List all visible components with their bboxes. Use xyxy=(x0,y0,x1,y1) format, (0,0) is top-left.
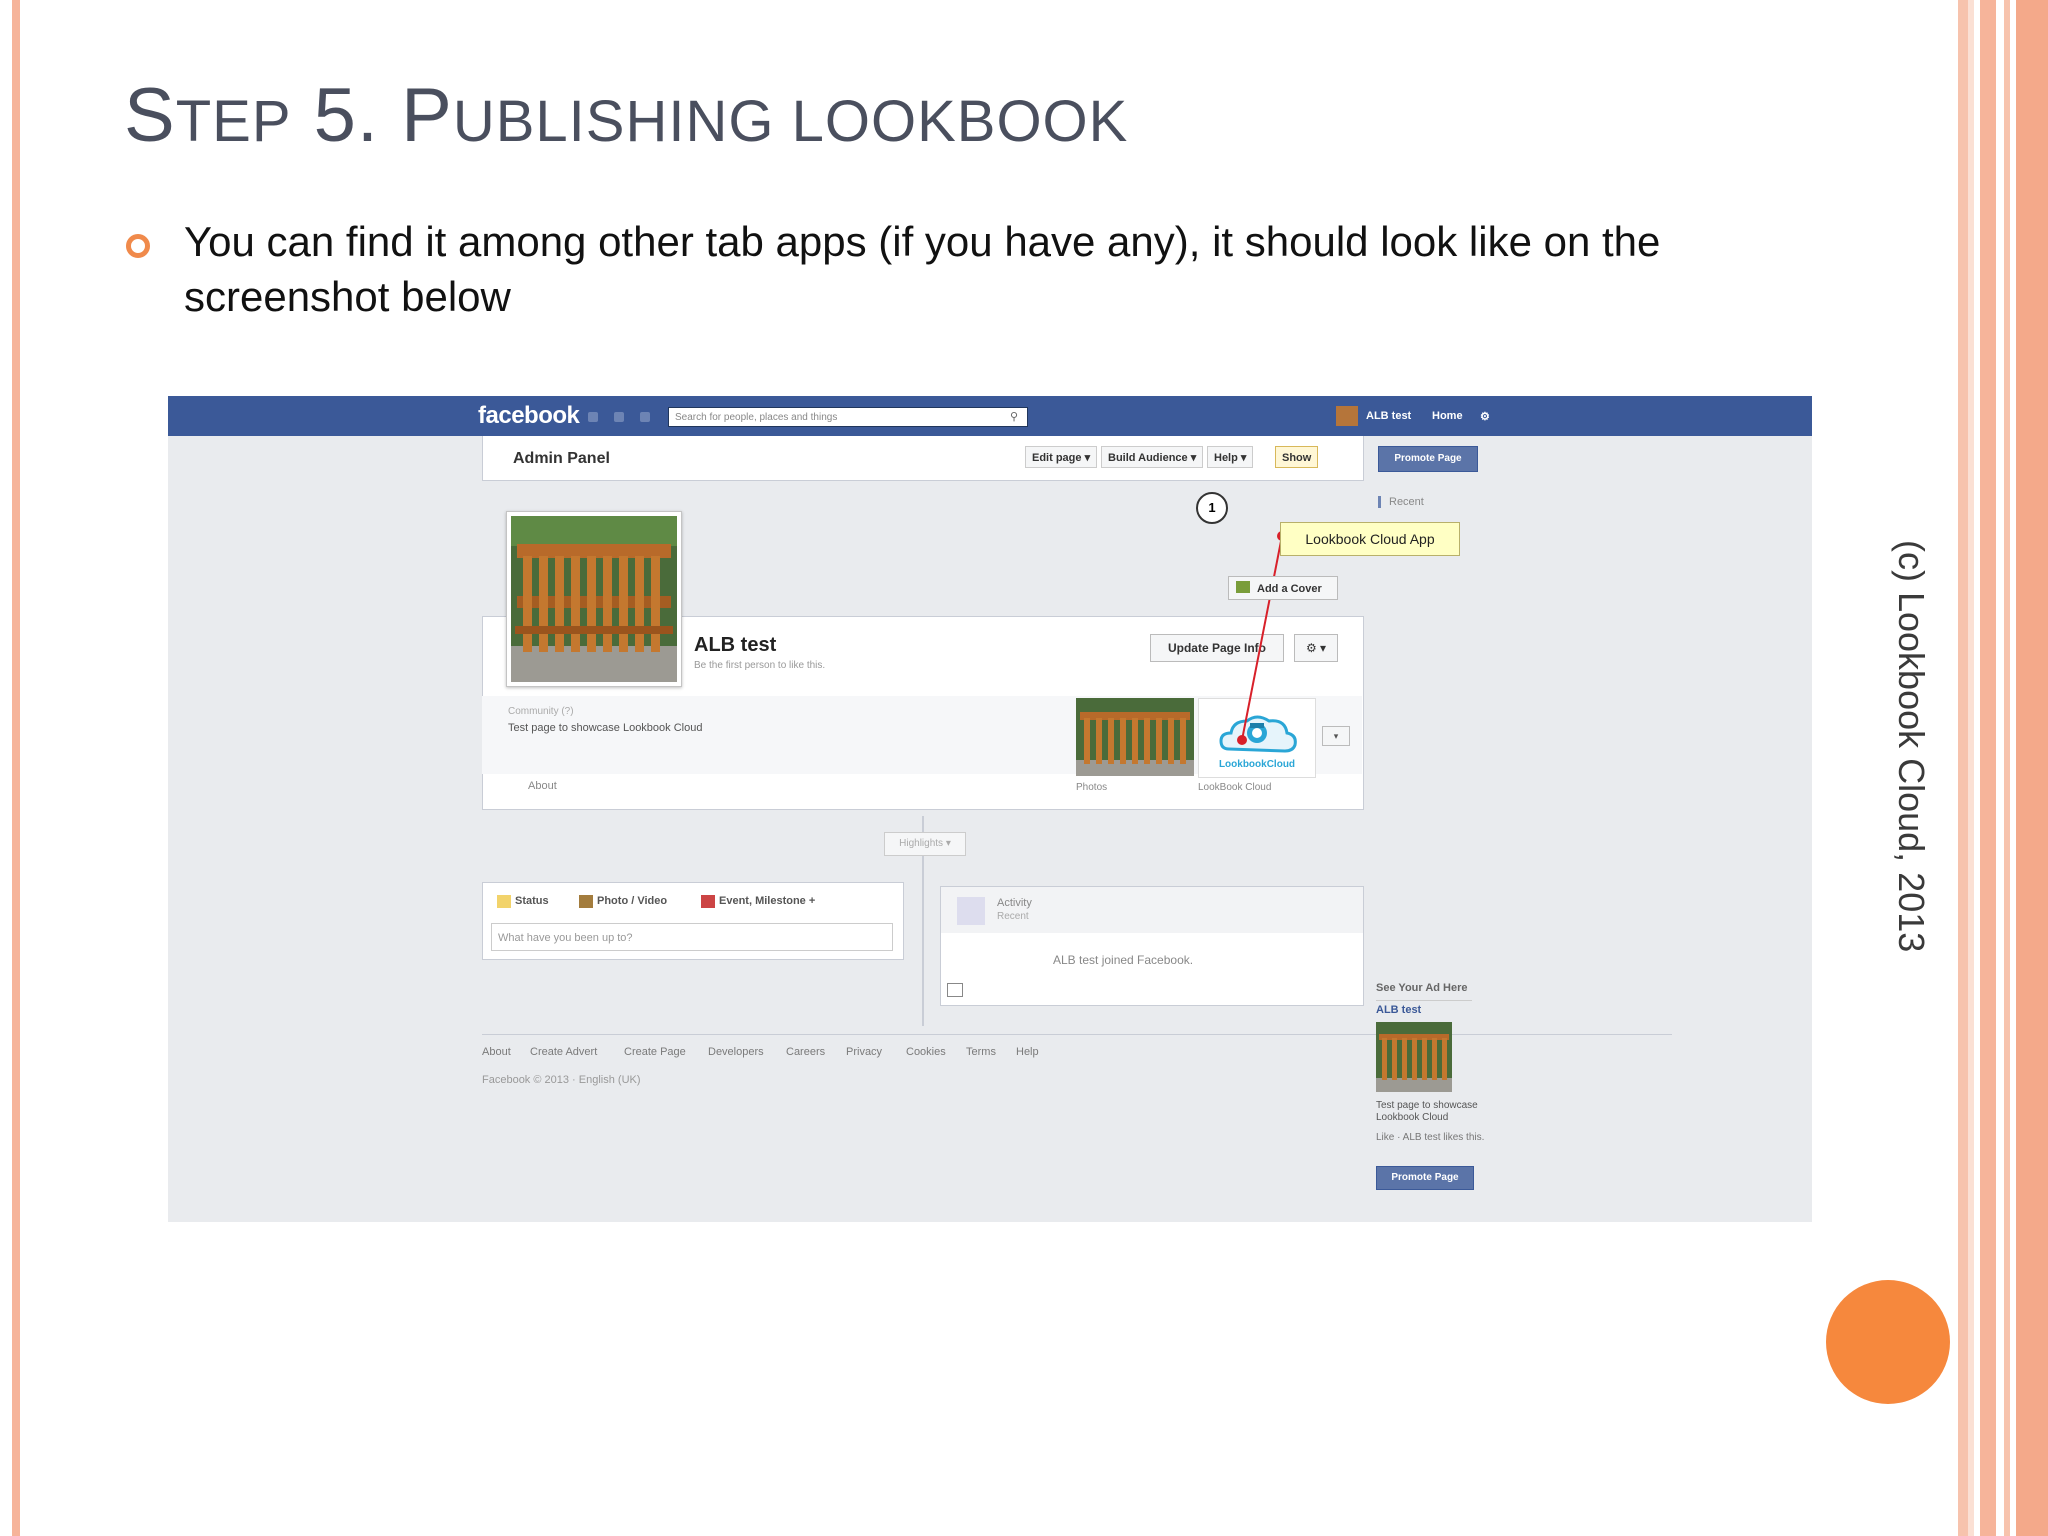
activity-box: Activity Recent ALB test joined Facebook… xyxy=(940,886,1364,1006)
photos-tab-label[interactable]: Photos xyxy=(1076,782,1107,793)
lookbook-cloud-app-tab[interactable]: LookbookCloud xyxy=(1198,698,1316,778)
footer-link-privacy[interactable]: Privacy xyxy=(846,1046,882,1058)
lookbook-cloud-tab-label[interactable]: LookBook Cloud xyxy=(1198,782,1271,793)
activity-subtitle: Recent xyxy=(997,911,1029,922)
page-settings-gear-icon[interactable]: ⚙ ▾ xyxy=(1294,634,1338,662)
page-category[interactable]: Community (?) xyxy=(508,706,574,717)
facebook-logo[interactable]: facebook xyxy=(478,402,580,430)
status-composer: Status Photo / Video Event, Milestone + … xyxy=(482,882,904,960)
facebook-screenshot: facebook Search for people, places and t… xyxy=(168,396,1812,1222)
footer-link-help[interactable]: Help xyxy=(1016,1046,1039,1058)
promote-page-button[interactable]: Promote Page xyxy=(1378,446,1478,472)
button-label: Edit page xyxy=(1032,452,1082,464)
update-page-info-button[interactable]: Update Page Info xyxy=(1150,634,1284,662)
right-stripe-5 xyxy=(2016,0,2048,1536)
ad-image[interactable] xyxy=(1376,1022,1452,1092)
status-icon xyxy=(497,895,511,908)
home-link[interactable]: Home xyxy=(1432,410,1463,422)
right-stripe-3 xyxy=(1980,0,1996,1536)
footer-divider xyxy=(482,1034,1672,1035)
ad-divider xyxy=(1376,1000,1472,1001)
button-label: Build Audience xyxy=(1108,452,1188,464)
title-initial: S xyxy=(124,73,176,158)
photos-tab-thumbnail[interactable] xyxy=(1076,698,1194,776)
calendar-icon xyxy=(701,895,715,908)
copyright-vertical: (c) Lookbook Cloud, 2013 xyxy=(1891,540,1932,953)
footer-link-about[interactable]: About xyxy=(482,1046,511,1058)
ad-header[interactable]: See Your Ad Here xyxy=(1376,982,1468,994)
bench-photo xyxy=(511,516,677,682)
activity-entry[interactable]: ALB test joined Facebook. xyxy=(1053,953,1193,967)
more-tabs-chevron-down-icon[interactable]: ▾ xyxy=(1322,726,1350,746)
footer-link-cookies[interactable]: Cookies xyxy=(906,1046,946,1058)
page-name[interactable]: ALB test xyxy=(694,634,776,657)
title-number: 5. xyxy=(291,73,402,158)
facebook-topbar: facebook Search for people, places and t… xyxy=(168,396,1812,436)
right-stripe-2 xyxy=(1968,0,1974,1536)
title-part: TEP xyxy=(175,89,292,154)
left-border-stripe xyxy=(12,0,20,1536)
gear-icon[interactable]: ⚙ xyxy=(1480,410,1490,423)
page-description: Test page to showcase Lookbook Cloud xyxy=(508,722,703,734)
camera-icon xyxy=(1236,581,1250,593)
admin-panel-title: Admin Panel xyxy=(513,450,610,467)
profile-link[interactable]: ALB test xyxy=(1366,410,1411,422)
admin-panel: Admin Panel Edit page ▾ Build Audience ▾… xyxy=(482,436,1364,481)
title-initial: P xyxy=(401,73,453,158)
about-link[interactable]: About xyxy=(528,780,557,792)
slide-title: STEP 5. PUBLISHING LOOKBOOK xyxy=(124,72,1128,159)
status-input[interactable]: What have you been up to? xyxy=(491,923,893,951)
step-number-badge: 1 xyxy=(1196,492,1228,524)
decorative-circle xyxy=(1826,1280,1950,1404)
build-audience-button[interactable]: Build Audience ▾ xyxy=(1101,446,1204,468)
button-label: Help xyxy=(1214,452,1238,464)
event-milestone-tab[interactable]: Event, Milestone + xyxy=(719,895,815,907)
timeline-recent-link[interactable]: Recent xyxy=(1378,496,1424,508)
highlights-dropdown[interactable]: Highlights ▾ xyxy=(884,832,966,856)
bullet-text: You can find it among other tab apps (if… xyxy=(184,218,1661,320)
activity-title: Activity xyxy=(997,897,1032,909)
promote-page-button[interactable]: Promote Page xyxy=(1376,1166,1474,1190)
status-tab[interactable]: Status xyxy=(515,895,549,907)
page-likes-text: Be the first person to like this. xyxy=(694,660,826,671)
footer-link-create-advert[interactable]: Create Advert xyxy=(530,1046,597,1058)
title-part: UBLISHING LOOKBOOK xyxy=(452,89,1129,154)
activity-icon xyxy=(957,897,985,925)
ad-page-name[interactable]: ALB test xyxy=(1376,1004,1421,1016)
help-button[interactable]: Help ▾ xyxy=(1207,446,1254,468)
messages-icon[interactable] xyxy=(614,412,624,422)
edit-page-button[interactable]: Edit page ▾ xyxy=(1025,446,1098,468)
notifications-icon[interactable] xyxy=(640,412,650,422)
right-stripe-4 xyxy=(2004,0,2010,1536)
lookbook-cloud-logo-text: LookbookCloud xyxy=(1218,759,1296,770)
profile-picture[interactable] xyxy=(506,511,682,687)
footer-copyright: Facebook © 2013 · English (UK) xyxy=(482,1074,641,1086)
footer-link-terms[interactable]: Terms xyxy=(966,1046,996,1058)
footer-link-developers[interactable]: Developers xyxy=(708,1046,764,1058)
ad-description: Test page to showcase Lookbook Cloud xyxy=(1376,1100,1478,1123)
bullet-icon xyxy=(126,234,150,258)
annotation-tooltip: Lookbook Cloud App xyxy=(1280,522,1460,556)
highlights-label: Highlights xyxy=(899,838,944,849)
photo-icon[interactable] xyxy=(947,983,963,997)
footer-link-careers[interactable]: Careers xyxy=(786,1046,825,1058)
footer-link-create-page[interactable]: Create Page xyxy=(624,1046,686,1058)
ad-like-link[interactable]: Like · ALB test likes this. xyxy=(1376,1132,1496,1144)
search-icon[interactable]: ⚲ xyxy=(1010,410,1018,423)
right-stripe-1 xyxy=(1958,0,1968,1536)
activity-header: Activity Recent xyxy=(941,887,1363,933)
photo-icon xyxy=(579,895,593,908)
friend-requests-icon[interactable] xyxy=(588,412,598,422)
photo-video-tab[interactable]: Photo / Video xyxy=(597,895,667,907)
search-input[interactable]: Search for people, places and things xyxy=(668,407,1028,427)
avatar[interactable] xyxy=(1336,406,1358,426)
show-button[interactable]: Show xyxy=(1275,446,1319,468)
